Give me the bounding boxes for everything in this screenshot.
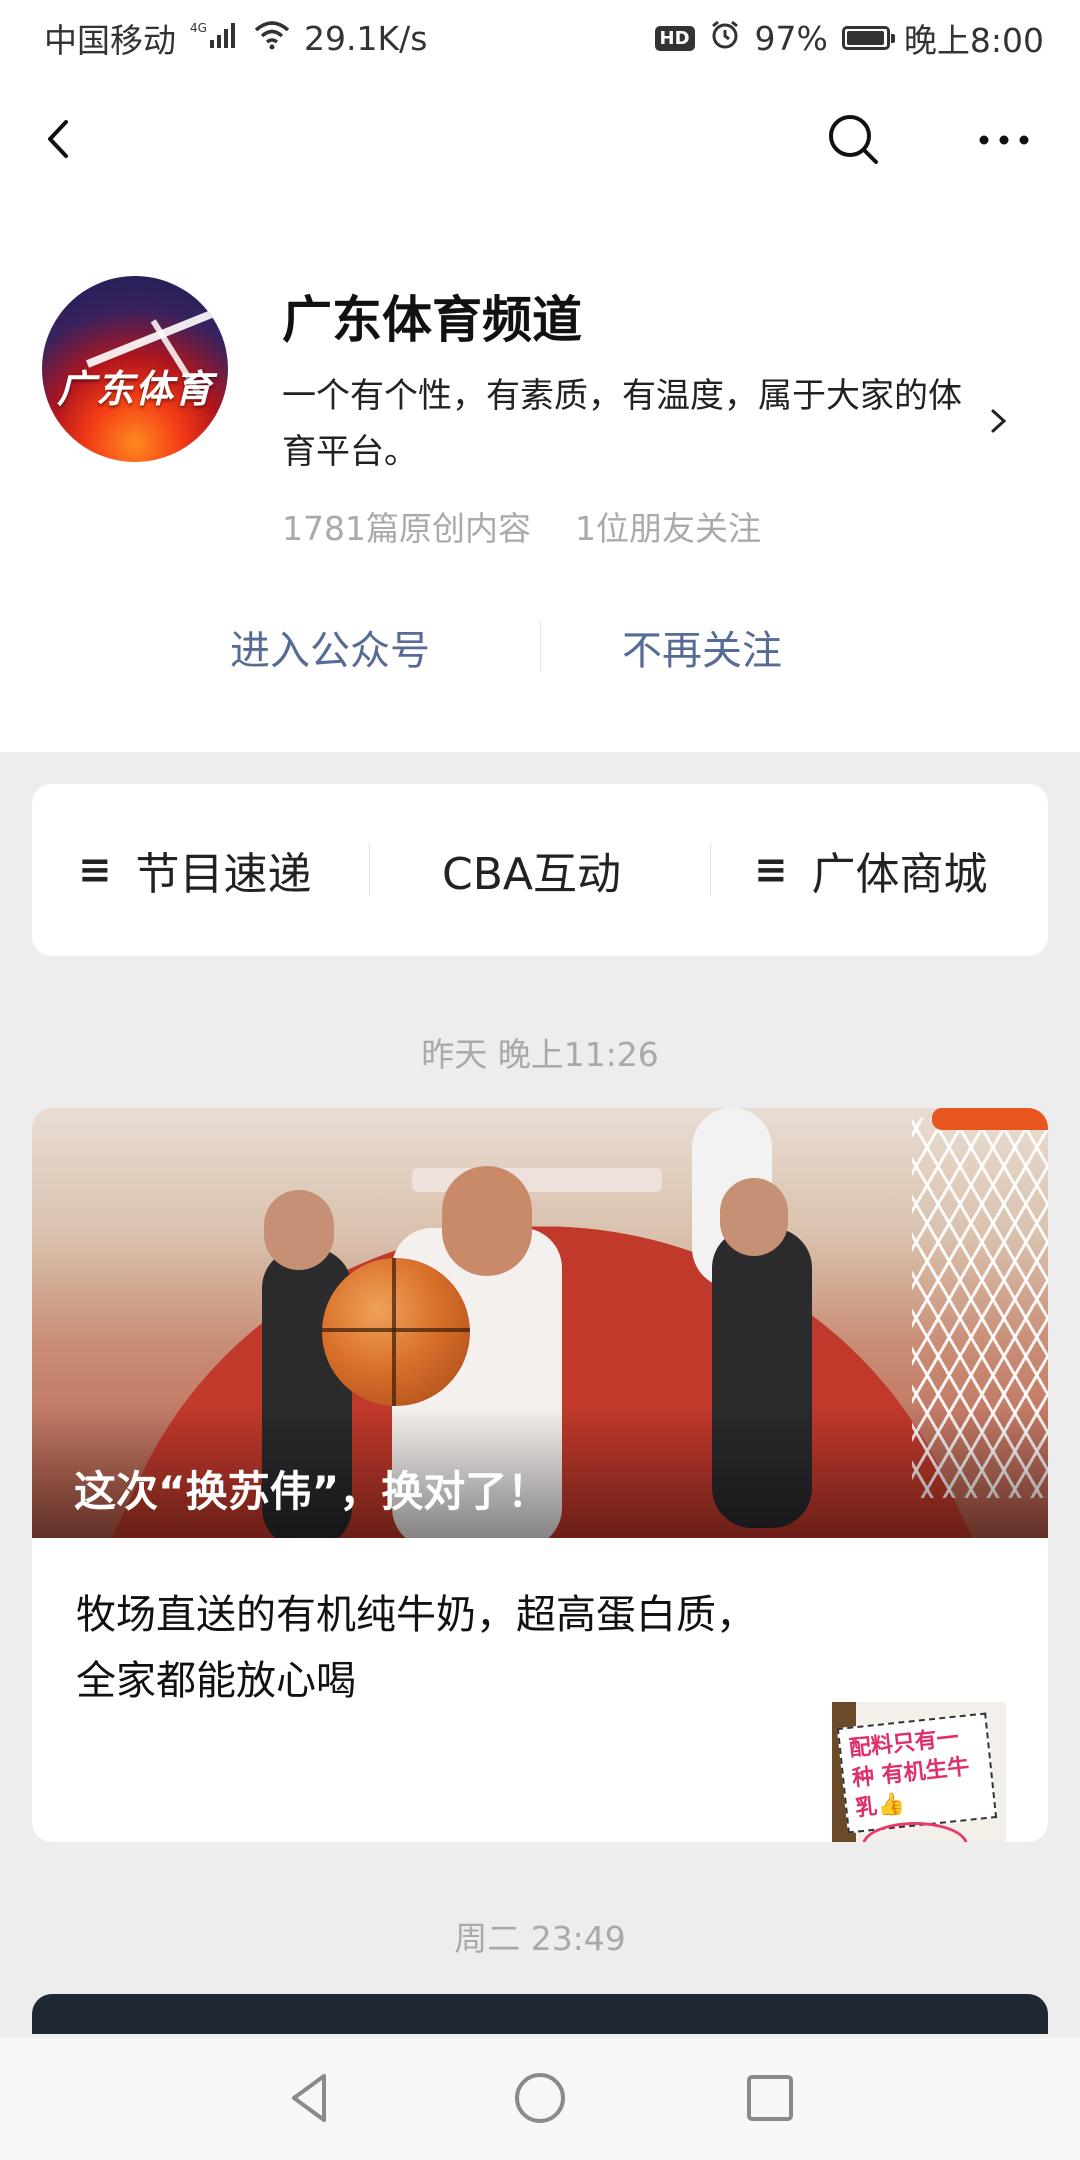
system-navigation-bar — [0, 2038, 1080, 2160]
account-description[interactable]: 一个有个性，有素质，有温度，属于大家的体育平台。 — [282, 368, 972, 480]
menu-item-label: 广体商城 — [811, 849, 988, 900]
status-bar: 中国移动 4G 29.1K/s HD 97% 晚上8:00 — [0, 0, 1080, 76]
hero-image-player-head — [264, 1190, 334, 1270]
hero-article[interactable]: 这次“换苏伟”，换对了！ — [32, 1108, 1048, 1538]
avatar-text: 广东体育 — [56, 367, 213, 411]
wifi-icon — [254, 20, 290, 57]
divider — [540, 620, 541, 672]
hero-image-player-head — [720, 1178, 788, 1256]
status-right: HD 97% 晚上8:00 — [654, 14, 1044, 62]
menu-list-icon: ≡ — [78, 847, 112, 893]
status-left: 中国移动 4G 29.1K/s — [44, 14, 427, 62]
feed-date: 周二 23:49 — [454, 1919, 626, 1958]
nav-home-circle-icon[interactable] — [510, 2068, 570, 2128]
clock: 晚上8:00 — [903, 21, 1044, 60]
alarm-icon — [709, 19, 741, 58]
profile-actions: 进入公众号 不再关注 — [0, 602, 1080, 692]
divider — [369, 844, 370, 896]
nav-back-triangle-icon[interactable] — [280, 2068, 340, 2128]
account-name: 广东体育频道 — [282, 291, 582, 349]
network-speed: 29.1K/s — [304, 18, 428, 58]
original-count: 1781篇原创内容 — [282, 509, 531, 548]
enter-account-button[interactable]: 进入公众号 — [230, 618, 430, 676]
menu-item-label: CBA互动 — [442, 849, 622, 900]
unfollow-button[interactable]: 不再关注 — [622, 618, 782, 676]
battery-percent: 97% — [754, 18, 828, 58]
top-navigation — [0, 76, 1080, 200]
search-icon[interactable] — [826, 112, 882, 168]
article-card-peek[interactable] — [32, 1994, 1048, 2034]
carrier-label: 中国移动 — [44, 21, 176, 60]
chevron-right-icon[interactable] — [986, 406, 1012, 436]
basketball — [322, 1258, 470, 1406]
battery-icon — [841, 26, 895, 50]
divider — [710, 844, 711, 896]
avatar[interactable]: 广东体育 — [42, 276, 228, 462]
sub-article-thumbnail: 配料只有一种 有机生牛乳👍 — [832, 1702, 1006, 1842]
hero-title: 这次“换苏伟”，换对了！ — [74, 1467, 550, 1516]
nav-recents-square-icon[interactable] — [740, 2068, 800, 2128]
sub-article-title: 牧场直送的有机纯牛奶，超高蛋白质，全家都能放心喝 — [76, 1592, 756, 1704]
account-stats: 1781篇原创内容 1位朋友关注 — [282, 502, 761, 550]
hd-badge: HD — [654, 25, 695, 51]
hoop-rim — [932, 1108, 1048, 1130]
menu-item-programs[interactable]: ≡ 节目速递 — [78, 784, 312, 956]
menu-item-cba[interactable]: CBA互动 — [442, 784, 621, 956]
hero-image-player-head — [442, 1166, 532, 1276]
signal-icon: 4G — [190, 20, 240, 57]
sub-article[interactable]: 牧场直送的有机纯牛奶，超高蛋白质，全家都能放心喝 配料只有一种 有机生牛乳👍 — [32, 1538, 1048, 1842]
back-chevron-icon[interactable] — [36, 114, 86, 164]
network-type-label: 4G — [190, 21, 207, 35]
menu-item-label: 节目速递 — [135, 849, 312, 900]
article-card: 这次“换苏伟”，换对了！ 牧场直送的有机纯牛奶，超高蛋白质，全家都能放心喝 配料… — [32, 1108, 1048, 1842]
more-dots-icon[interactable] — [976, 112, 1032, 168]
menu-list-icon: ≡ — [754, 847, 788, 893]
account-profile: 广东体育 广东体育频道 一个有个性，有素质，有温度，属于大家的体育平台。 178… — [0, 200, 1080, 752]
account-menu: ≡ 节目速递 CBA互动 ≡ 广体商城 — [32, 784, 1048, 956]
feed-date: 昨天 晚上11:26 — [421, 1035, 659, 1074]
friends-following[interactable]: 1位朋友关注 — [575, 502, 761, 550]
thumbnail-label: 配料只有一种 有机生牛乳👍 — [836, 1712, 998, 1834]
menu-item-shop[interactable]: ≡ 广体商城 — [754, 784, 988, 956]
